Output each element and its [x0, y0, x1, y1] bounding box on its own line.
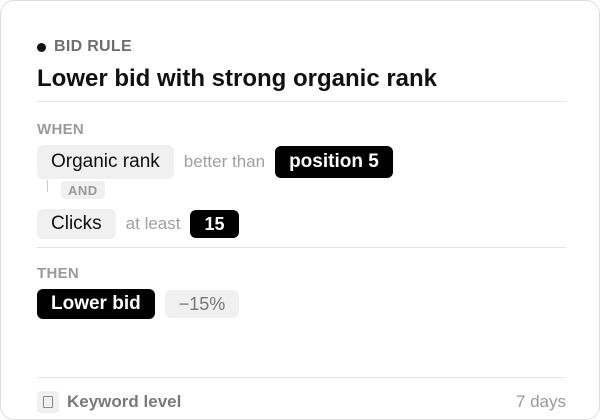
- when-label: WHEN: [37, 121, 85, 138]
- metric-chip-organic-rank[interactable]: Organic rank: [37, 145, 174, 179]
- condition-row-organic-rank: Organic rank better than position 5: [37, 145, 393, 179]
- operator-text: at least: [125, 214, 181, 233]
- card-eyebrow: BID RULE: [37, 38, 132, 56]
- amount-chip[interactable]: −15%: [164, 290, 240, 318]
- divider: [37, 101, 566, 102]
- bid-rule-card: BID RULE Lower bid with strong organic r…: [0, 0, 600, 420]
- and-connector-line: [47, 180, 48, 192]
- action-chip-lower-bid[interactable]: Lower bid: [37, 289, 155, 319]
- lookback-period: 7 days: [515, 392, 566, 411]
- bullet-dot-icon: [37, 42, 46, 52]
- operator-text: better than: [183, 152, 266, 171]
- rule-title: Lower bid with strong organic rank: [37, 65, 438, 92]
- keyword-icon: [37, 391, 59, 413]
- eyebrow-label: BID RULE: [54, 38, 132, 55]
- divider: [37, 377, 566, 378]
- metric-chip-clicks[interactable]: Clicks: [37, 209, 116, 239]
- condition-row-clicks: Clicks at least 15: [37, 209, 239, 239]
- then-label: THEN: [37, 265, 80, 282]
- value-chip-position[interactable]: position 5: [275, 146, 393, 178]
- divider: [37, 247, 566, 248]
- value-chip-clicks[interactable]: 15: [190, 210, 239, 238]
- and-badge: AND: [61, 181, 105, 199]
- action-row: Lower bid −15%: [37, 289, 240, 319]
- card-footer: Keyword level 7 days: [37, 391, 566, 413]
- scope-level: Keyword level: [67, 392, 182, 411]
